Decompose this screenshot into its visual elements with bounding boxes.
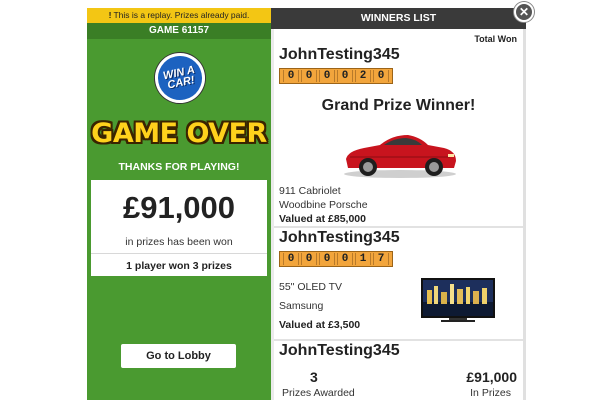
- winners-stats-bar: 3 Prizes Awarded £91,000 In Prizes: [274, 367, 523, 400]
- winners-list-header: WINNERS LIST: [271, 8, 526, 29]
- close-icon[interactable]: ✕: [514, 2, 534, 22]
- win-a-car-logo: WIN A CAR!: [150, 48, 210, 108]
- winners-list[interactable]: Total Won JohnTesting345 0 0 0 0 2 0 Gra…: [274, 29, 523, 400]
- ticket-digit: 0: [301, 253, 317, 265]
- warning-icon: !: [108, 10, 112, 20]
- winner-card: JohnTesting345 0 0 0 0 2 0 Grand Prize W…: [274, 46, 523, 228]
- ticket-digit: 0: [283, 253, 299, 265]
- total-prizes-amount: £91,000: [466, 369, 517, 385]
- prizes-awarded-count: 3: [310, 369, 318, 385]
- game-over-title: GAME OVER: [91, 118, 267, 149]
- ticket-digit: 0: [319, 253, 335, 265]
- ticket-digit: 1: [355, 253, 371, 265]
- go-to-lobby-button[interactable]: Go to Lobby: [121, 344, 236, 368]
- ticket-digit: 0: [337, 253, 353, 265]
- ticket-digit: 0: [301, 70, 317, 82]
- winner-username: JohnTesting345: [279, 229, 400, 246]
- divider: [91, 253, 267, 254]
- tv-image: [421, 278, 495, 322]
- prize-summary-box: £91,000 in prizes has been won 1 player …: [91, 180, 267, 276]
- prize-item-name: 55" OLED TV: [279, 281, 343, 293]
- winner-card: JohnTesting345 0 0 0 0 1 7 55" OLED TV S…: [274, 229, 523, 341]
- winners-list-scrollbar[interactable]: [523, 29, 526, 400]
- prize-item-value: Valued at £3,500: [279, 319, 361, 331]
- total-prize-amount: £91,000: [122, 190, 236, 225]
- red-car-image: [344, 135, 456, 178]
- winners-summary: 1 player won 3 prizes: [126, 260, 232, 272]
- prize-item-name: 911 Cabriolet: [279, 185, 341, 197]
- total-prizes-label: In Prizes: [470, 387, 511, 399]
- prize-subtitle: in prizes has been won: [125, 236, 233, 248]
- prizes-awarded-label: Prizes Awarded: [282, 387, 355, 399]
- ticket-digit: 0: [337, 70, 353, 82]
- winners-list-panel: WINNERS LIST Total Won JohnTesting345 0 …: [271, 8, 526, 400]
- winner-username: JohnTesting345: [279, 46, 400, 63]
- replay-notice-banner: ! This is a replay. Prizes already paid.: [87, 8, 271, 23]
- logo-badge: WIN A CAR!: [150, 48, 210, 108]
- ticket-digit: 0: [373, 70, 389, 82]
- ticket-digit: 7: [373, 253, 389, 265]
- prize-item-brand: Woodbine Porsche: [279, 199, 368, 211]
- total-won-column-label: Total Won: [474, 34, 517, 44]
- thanks-message: THANKS FOR PLAYING!: [118, 161, 240, 173]
- ticket-digit: 2: [355, 70, 371, 82]
- ticket-number: 0 0 0 0 2 0: [279, 68, 393, 84]
- prize-item-value: Valued at £85,000: [279, 213, 366, 225]
- ticket-number: 0 0 0 0 1 7: [279, 251, 393, 267]
- winner-username: JohnTesting345: [279, 342, 400, 359]
- game-number: GAME 61157: [87, 23, 271, 39]
- prize-item-brand: Samsung: [279, 300, 324, 312]
- replay-notice-text: This is a replay. Prizes already paid.: [113, 10, 250, 20]
- ticket-digit: 0: [283, 70, 299, 82]
- grand-prize-title: Grand Prize Winner!: [321, 97, 476, 114]
- ticket-digit: 0: [319, 70, 335, 82]
- game-summary-panel: ! This is a replay. Prizes already paid. …: [87, 8, 271, 400]
